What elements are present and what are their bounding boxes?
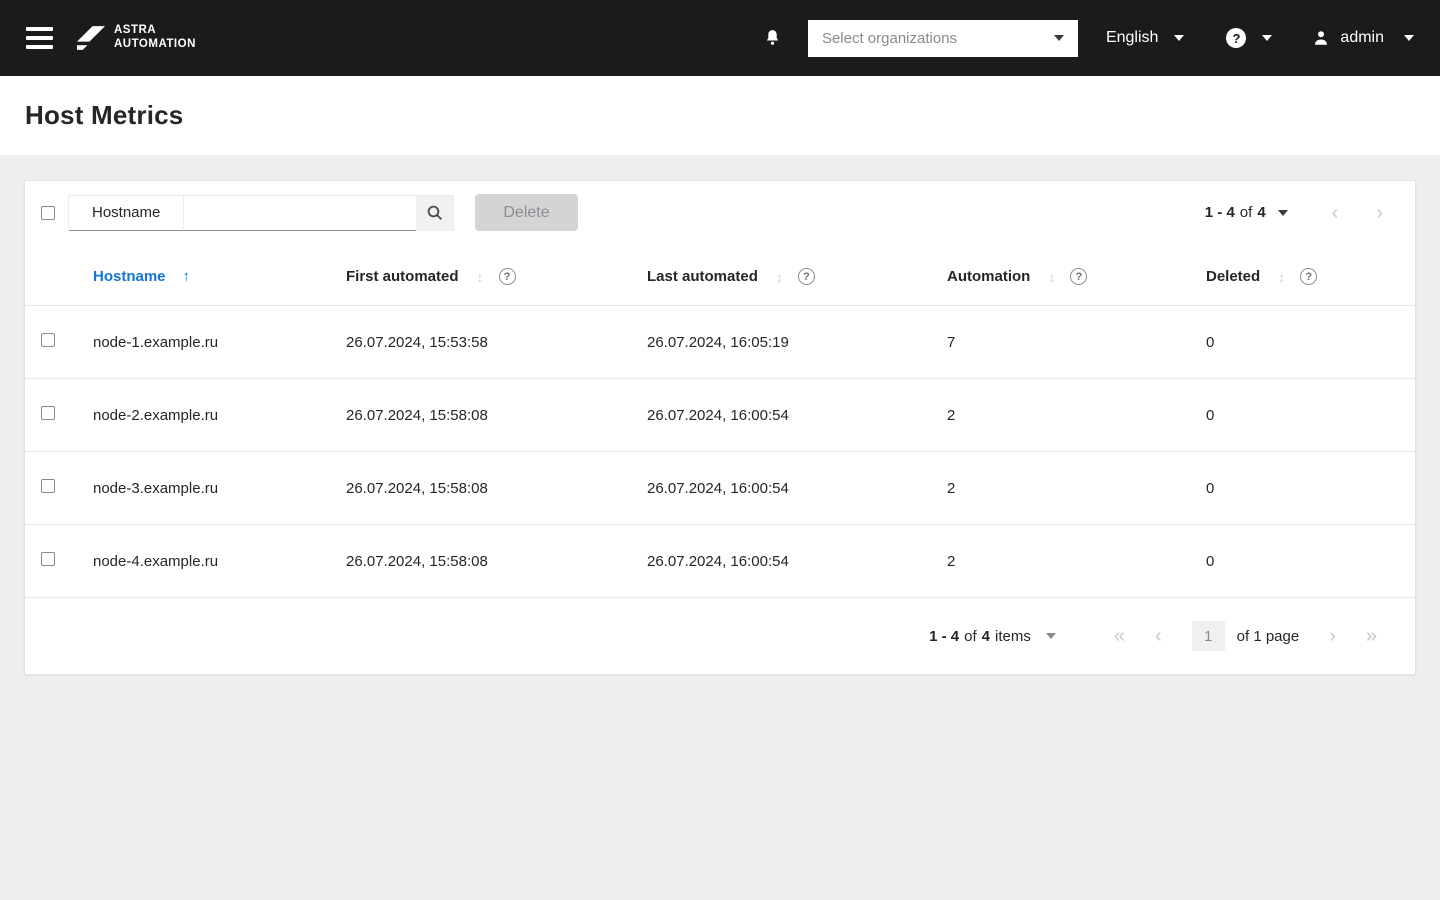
notifications-bell-icon[interactable]: [763, 28, 782, 48]
cell-deleted: 0: [1206, 305, 1415, 379]
table-header-row: Hostname ↑ First automated ↕ ? Last auto…: [25, 244, 1415, 306]
first-page-chevron-icon[interactable]: «: [1114, 626, 1125, 646]
caret-down-icon: [1404, 35, 1414, 41]
table-footer-pagination: 1 - 4 of 4 items « ‹ 1 of 1 page › »: [25, 598, 1415, 674]
pager-controls: « ‹ 1 of 1 page › »: [1114, 621, 1377, 651]
search-icon: [426, 204, 444, 222]
next-page-chevron-icon[interactable]: ›: [1329, 626, 1336, 646]
sort-ascending-icon[interactable]: ↑: [183, 268, 191, 285]
caret-down-icon: [1174, 35, 1185, 41]
table-row: node-2.example.ru 26.07.2024, 15:58:08 2…: [25, 378, 1415, 452]
sort-icon[interactable]: ↕: [1278, 269, 1285, 285]
column-header-deleted[interactable]: Deleted ↕ ?: [1206, 244, 1415, 306]
cell-automation: 2: [947, 451, 1206, 525]
page-header: Host Metrics: [0, 76, 1440, 155]
organizations-select-placeholder: Select organizations: [821, 29, 958, 47]
column-help-icon[interactable]: ?: [1070, 268, 1088, 285]
caret-down-icon: [1045, 633, 1056, 639]
page-number-input[interactable]: 1: [1191, 621, 1225, 651]
page-title: Host Metrics: [25, 100, 184, 130]
cell-deleted: 0: [1206, 378, 1415, 452]
cell-hostname: node-2.example.ru: [93, 378, 346, 452]
cell-last-automated: 26.07.2024, 16:00:54: [647, 524, 947, 598]
cell-automation: 2: [947, 378, 1206, 452]
cell-last-automated: 26.07.2024, 16:00:54: [647, 451, 947, 525]
organizations-select[interactable]: Select organizations: [807, 19, 1078, 57]
column-header-last-automated[interactable]: Last automated ↕ ?: [647, 244, 947, 306]
help-menu[interactable]: ?: [1226, 28, 1273, 48]
cell-hostname: node-1.example.ru: [93, 305, 346, 379]
row-checkbox[interactable]: [41, 406, 55, 420]
host-metrics-table: Hostname ↑ First automated ↕ ? Last auto…: [25, 244, 1415, 598]
items-label: items: [995, 627, 1031, 645]
top-navbar: ASTRA AUTOMATION Select organizations En…: [0, 0, 1440, 76]
column-header-hostname[interactable]: Hostname ↑: [93, 244, 346, 306]
cell-last-automated: 26.07.2024, 16:00:54: [647, 378, 947, 452]
items-per-page-select[interactable]: 1 - 4 of 4 items: [929, 628, 1056, 645]
language-menu[interactable]: English: [1105, 29, 1185, 47]
sort-icon[interactable]: ↕: [477, 269, 484, 285]
table-toolbar: Hostname Delete 1 - 4 of 4 ‹ ›: [25, 181, 1415, 244]
content-area: Hostname Delete 1 - 4 of 4 ‹ › Hostname …: [0, 155, 1440, 700]
column-help-icon[interactable]: ?: [797, 268, 815, 285]
select-all-checkbox[interactable]: [41, 205, 55, 220]
cell-first-automated: 26.07.2024, 15:58:08: [346, 378, 647, 452]
brand-logo[interactable]: ASTRA AUTOMATION: [77, 24, 196, 52]
cell-last-automated: 26.07.2024, 16:05:19: [647, 305, 947, 379]
table-row: node-4.example.ru 26.07.2024, 15:58:08 2…: [25, 524, 1415, 598]
sort-icon[interactable]: ↕: [776, 269, 783, 285]
items-range: 1 - 4: [929, 627, 960, 645]
user-name: admin: [1340, 29, 1384, 46]
row-checkbox[interactable]: [41, 333, 55, 347]
prev-page-chevron-icon[interactable]: ‹: [1155, 626, 1162, 646]
items-total: 4: [981, 627, 990, 645]
column-header-first-automated[interactable]: First automated ↕ ?: [346, 244, 647, 306]
sort-icon[interactable]: ↕: [1048, 269, 1055, 285]
cell-first-automated: 26.07.2024, 15:58:08: [346, 524, 647, 598]
last-page-chevron-icon[interactable]: »: [1366, 626, 1377, 646]
search-input[interactable]: [184, 195, 417, 231]
astra-logo-icon: [77, 26, 105, 50]
cell-first-automated: 26.07.2024, 15:58:08: [346, 451, 647, 525]
column-header-automation[interactable]: Automation ↕ ?: [947, 244, 1206, 306]
pagination-caret-down-icon[interactable]: [1277, 209, 1288, 216]
next-page-chevron-icon[interactable]: ›: [1376, 203, 1383, 223]
prev-page-chevron-icon[interactable]: ‹: [1332, 203, 1339, 223]
page-of-label: of 1 page: [1236, 627, 1300, 645]
pagination-range: 1 - 4: [1204, 204, 1235, 221]
cell-first-automated: 26.07.2024, 15:53:58: [346, 305, 647, 379]
column-help-icon[interactable]: ?: [498, 268, 516, 285]
delete-button[interactable]: Delete: [475, 194, 578, 231]
pagination-of-label: of: [1239, 204, 1253, 221]
help-icon: ?: [1226, 28, 1247, 48]
cell-automation: 7: [947, 305, 1206, 379]
table-row: node-3.example.ru 26.07.2024, 15:58:08 2…: [25, 451, 1415, 525]
row-checkbox[interactable]: [41, 479, 55, 493]
toolbar-pagination: 1 - 4 of 4 ‹ ›: [1205, 203, 1391, 223]
cell-deleted: 0: [1206, 451, 1415, 525]
cell-hostname: node-3.example.ru: [93, 451, 346, 525]
search-button[interactable]: [416, 195, 454, 231]
brand-name: ASTRA AUTOMATION: [114, 24, 196, 50]
caret-down-icon: [1262, 35, 1273, 41]
column-help-icon[interactable]: ?: [1300, 268, 1318, 285]
cell-hostname: node-4.example.ru: [93, 524, 346, 598]
cell-automation: 2: [947, 524, 1206, 598]
user-menu[interactable]: admin: [1312, 29, 1414, 47]
host-metrics-card: Hostname Delete 1 - 4 of 4 ‹ › Hostname …: [24, 180, 1416, 675]
caret-down-icon: [1053, 35, 1064, 41]
pagination-total: 4: [1257, 204, 1266, 221]
items-of-label: of: [964, 627, 977, 645]
user-avatar-icon: [1312, 29, 1330, 47]
table-row: node-1.example.ru 26.07.2024, 15:53:58 2…: [25, 305, 1415, 379]
filter-key-dropdown[interactable]: Hostname: [69, 195, 185, 231]
cell-deleted: 0: [1206, 524, 1415, 598]
row-checkbox[interactable]: [41, 552, 55, 566]
hamburger-menu-icon[interactable]: [26, 27, 53, 49]
language-label: English: [1105, 29, 1159, 46]
search-filter-group: Hostname: [68, 194, 455, 231]
